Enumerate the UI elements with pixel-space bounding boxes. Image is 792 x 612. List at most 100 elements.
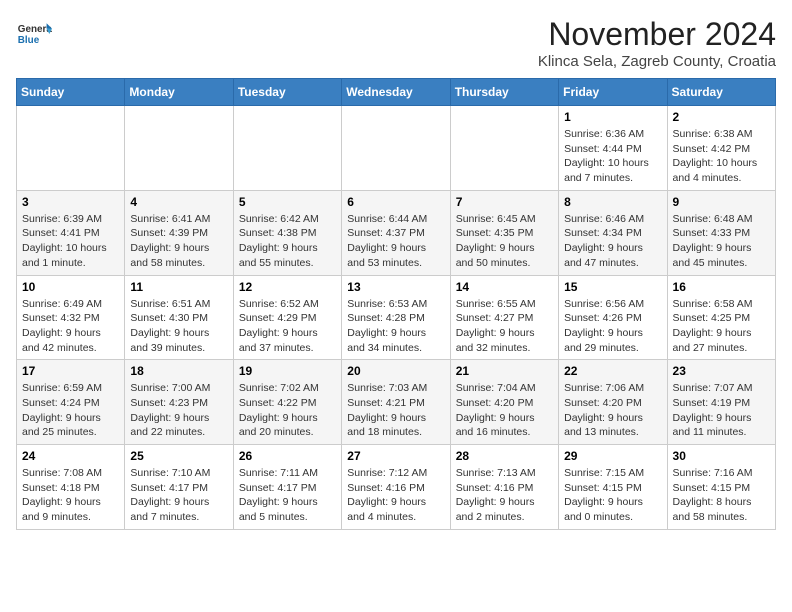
calendar-cell: 2Sunrise: 6:38 AM Sunset: 4:42 PM Daylig…: [667, 106, 775, 191]
calendar-cell: 11Sunrise: 6:51 AM Sunset: 4:30 PM Dayli…: [125, 275, 233, 360]
day-number: 20: [347, 364, 444, 378]
day-info: Sunrise: 6:41 AM Sunset: 4:39 PM Dayligh…: [130, 212, 227, 271]
svg-text:Blue: Blue: [18, 35, 40, 46]
page-header: General Blue November 2024 Klinca Sela, …: [16, 16, 776, 70]
day-number: 16: [673, 280, 770, 294]
calendar-cell: 23 Sunrise: 7:07 AM Sunset: 4:19 PM Dayli…: [667, 360, 775, 445]
day-info: Sunrise: 6:38 AM Sunset: 4:42 PM Dayligh…: [673, 127, 770, 186]
day-info: Sunrise: 6:56 AM Sunset: 4:26 PM Dayligh…: [564, 297, 661, 356]
day-info: Sunrise: 6:44 AM Sunset: 4:37 PM Dayligh…: [347, 212, 444, 271]
calendar-cell: 3 Sunrise: 6:39 AM Sunset: 4:41 PM Daylig…: [17, 190, 125, 275]
calendar-cell: 8 Sunrise: 6:46 AM Sunset: 4:34 PM Daylig…: [559, 190, 667, 275]
day-number: 26: [239, 449, 336, 463]
day-info: Sunrise: 6:59 AM Sunset: 4:24 PM Dayligh…: [22, 381, 119, 440]
calendar-cell: 12 Sunrise: 6:52 AM Sunset: 4:29 PM Dayli…: [233, 275, 341, 360]
day-number: 5: [239, 195, 336, 209]
calendar-cell: 20 Sunrise: 7:03 AM Sunset: 4:21 PM Dayli…: [342, 360, 450, 445]
day-number: 27: [347, 449, 444, 463]
day-number: 8: [564, 195, 661, 209]
weekday-header: Sunday: [17, 79, 125, 106]
calendar-week-row: 17Sunrise: 6:59 AM Sunset: 4:24 PM Dayli…: [17, 360, 776, 445]
weekday-header: Monday: [125, 79, 233, 106]
calendar-cell: [450, 106, 558, 191]
day-info: Sunrise: 7:03 AM Sunset: 4:21 PM Dayligh…: [347, 381, 444, 440]
logo: General Blue: [16, 16, 52, 52]
day-number: 3: [22, 195, 119, 209]
day-number: 21: [456, 364, 553, 378]
day-info: Sunrise: 6:39 AM Sunset: 4:41 PM Dayligh…: [22, 212, 119, 271]
day-info: Sunrise: 7:08 AM Sunset: 4:18 PM Dayligh…: [22, 466, 119, 525]
day-number: 18: [130, 364, 227, 378]
calendar-cell: 13 Sunrise: 6:53 AM Sunset: 4:28 PM Dayli…: [342, 275, 450, 360]
calendar-table: SundayMondayTuesdayWednesdayThursdayFrid…: [16, 78, 776, 530]
calendar-cell: 18 Sunrise: 7:00 AM Sunset: 4:23 PM Dayli…: [125, 360, 233, 445]
day-number: 13: [347, 280, 444, 294]
day-info: Sunrise: 7:00 AM Sunset: 4:23 PM Dayligh…: [130, 381, 227, 440]
day-number: 19: [239, 364, 336, 378]
calendar-cell: 15 Sunrise: 6:56 AM Sunset: 4:26 PM Dayli…: [559, 275, 667, 360]
day-number: 12: [239, 280, 336, 294]
day-info: Sunrise: 6:52 AM Sunset: 4:29 PM Dayligh…: [239, 297, 336, 356]
day-info: Sunrise: 7:13 AM Sunset: 4:16 PM Dayligh…: [456, 466, 553, 525]
day-number: 30: [673, 449, 770, 463]
day-number: 14: [456, 280, 553, 294]
calendar-cell: 24 Sunrise: 7:08 AM Sunset: 4:18 PM Dayli…: [17, 445, 125, 530]
day-info: Sunrise: 6:46 AM Sunset: 4:34 PM Dayligh…: [564, 212, 661, 271]
day-info: Sunrise: 7:16 AM Sunset: 4:15 PM Dayligh…: [673, 466, 770, 525]
day-info: Sunrise: 7:04 AM Sunset: 4:20 PM Dayligh…: [456, 381, 553, 440]
calendar-cell: 30 Sunrise: 7:16 AM Sunset: 4:15 PM Dayli…: [667, 445, 775, 530]
calendar-cell: 29 Sunrise: 7:15 AM Sunset: 4:15 PM Dayli…: [559, 445, 667, 530]
calendar-cell: 10Sunrise: 6:49 AM Sunset: 4:32 PM Dayli…: [17, 275, 125, 360]
calendar-cell: 21 Sunrise: 7:04 AM Sunset: 4:20 PM Dayli…: [450, 360, 558, 445]
weekday-header: Saturday: [667, 79, 775, 106]
day-number: 28: [456, 449, 553, 463]
day-number: 25: [130, 449, 227, 463]
location-subtitle: Klinca Sela, Zagreb County, Croatia: [538, 53, 776, 70]
weekday-header: Thursday: [450, 79, 558, 106]
day-number: 9: [673, 195, 770, 209]
weekday-header-row: SundayMondayTuesdayWednesdayThursdayFrid…: [17, 79, 776, 106]
calendar-cell: 25 Sunrise: 7:10 AM Sunset: 4:17 PM Dayli…: [125, 445, 233, 530]
calendar-cell: 27Sunrise: 7:12 AM Sunset: 4:16 PM Dayli…: [342, 445, 450, 530]
weekday-header: Wednesday: [342, 79, 450, 106]
calendar-cell: 17Sunrise: 6:59 AM Sunset: 4:24 PM Dayli…: [17, 360, 125, 445]
calendar-cell: 19 Sunrise: 7:02 AM Sunset: 4:22 PM Dayli…: [233, 360, 341, 445]
day-info: Sunrise: 6:42 AM Sunset: 4:38 PM Dayligh…: [239, 212, 336, 271]
calendar-week-row: 1Sunrise: 6:36 AM Sunset: 4:44 PM Daylig…: [17, 106, 776, 191]
day-number: 24: [22, 449, 119, 463]
day-number: 29: [564, 449, 661, 463]
day-number: 15: [564, 280, 661, 294]
day-info: Sunrise: 7:15 AM Sunset: 4:15 PM Dayligh…: [564, 466, 661, 525]
weekday-header: Friday: [559, 79, 667, 106]
day-info: Sunrise: 7:10 AM Sunset: 4:17 PM Dayligh…: [130, 466, 227, 525]
day-info: Sunrise: 7:11 AM Sunset: 4:17 PM Dayligh…: [239, 466, 336, 525]
day-info: Sunrise: 6:45 AM Sunset: 4:35 PM Dayligh…: [456, 212, 553, 271]
day-info: Sunrise: 6:53 AM Sunset: 4:28 PM Dayligh…: [347, 297, 444, 356]
calendar-cell: 6 Sunrise: 6:44 AM Sunset: 4:37 PM Daylig…: [342, 190, 450, 275]
day-number: 7: [456, 195, 553, 209]
calendar-cell: [17, 106, 125, 191]
calendar-cell: [342, 106, 450, 191]
calendar-week-row: 3 Sunrise: 6:39 AM Sunset: 4:41 PM Daylig…: [17, 190, 776, 275]
calendar-week-row: 24 Sunrise: 7:08 AM Sunset: 4:18 PM Dayli…: [17, 445, 776, 530]
day-info: Sunrise: 6:49 AM Sunset: 4:32 PM Dayligh…: [22, 297, 119, 356]
calendar-cell: 1Sunrise: 6:36 AM Sunset: 4:44 PM Daylig…: [559, 106, 667, 191]
day-info: Sunrise: 6:58 AM Sunset: 4:25 PM Dayligh…: [673, 297, 770, 356]
title-block: November 2024 Klinca Sela, Zagreb County…: [538, 16, 776, 70]
calendar-cell: 14Sunrise: 6:55 AM Sunset: 4:27 PM Dayli…: [450, 275, 558, 360]
day-info: Sunrise: 7:06 AM Sunset: 4:20 PM Dayligh…: [564, 381, 661, 440]
day-info: Sunrise: 6:48 AM Sunset: 4:33 PM Dayligh…: [673, 212, 770, 271]
calendar-week-row: 10Sunrise: 6:49 AM Sunset: 4:32 PM Dayli…: [17, 275, 776, 360]
day-info: Sunrise: 7:07 AM Sunset: 4:19 PM Dayligh…: [673, 381, 770, 440]
day-number: 1: [564, 110, 661, 124]
calendar-cell: 4 Sunrise: 6:41 AM Sunset: 4:39 PM Daylig…: [125, 190, 233, 275]
calendar-cell: 22Sunrise: 7:06 AM Sunset: 4:20 PM Dayli…: [559, 360, 667, 445]
calendar-cell: 9 Sunrise: 6:48 AM Sunset: 4:33 PM Daylig…: [667, 190, 775, 275]
day-info: Sunrise: 7:02 AM Sunset: 4:22 PM Dayligh…: [239, 381, 336, 440]
day-number: 6: [347, 195, 444, 209]
day-number: 23: [673, 364, 770, 378]
logo-icon: General Blue: [16, 16, 52, 52]
calendar-cell: 7 Sunrise: 6:45 AM Sunset: 4:35 PM Daylig…: [450, 190, 558, 275]
calendar-cell: 26 Sunrise: 7:11 AM Sunset: 4:17 PM Dayli…: [233, 445, 341, 530]
day-number: 4: [130, 195, 227, 209]
